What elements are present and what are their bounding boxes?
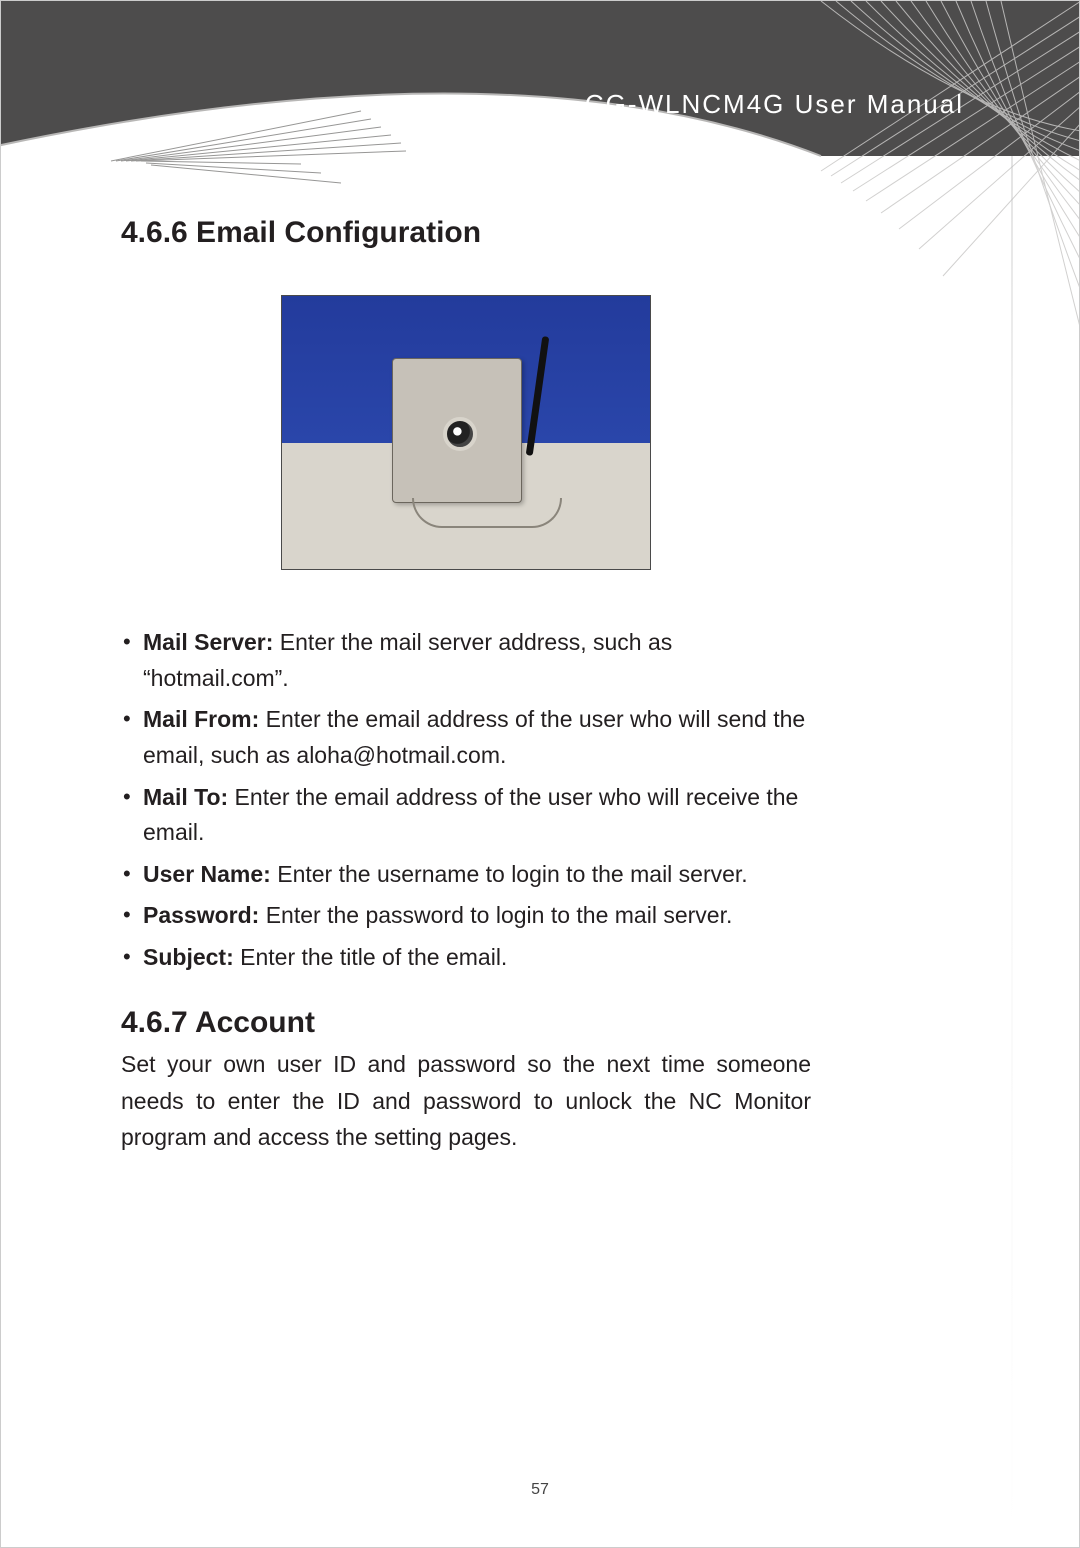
- email-config-list: Mail Server: Enter the mail server addre…: [121, 625, 811, 976]
- header-band: [1, 1, 1079, 156]
- field-label: Password:: [143, 902, 259, 928]
- page-number: 57: [1, 1481, 1079, 1499]
- field-description: Enter the username to login to the mail …: [271, 861, 748, 887]
- product-photo: [281, 295, 651, 570]
- section-heading-email: 4.6.6 Email Configuration: [121, 216, 811, 250]
- field-label: User Name:: [143, 861, 271, 887]
- doc-title: CG-WLNCM4G User Manual: [585, 89, 964, 120]
- list-item: Mail Server: Enter the mail server addre…: [121, 625, 811, 696]
- list-item: User Name: Enter the username to login t…: [121, 857, 811, 893]
- section-heading-account: 4.6.7 Account: [121, 1006, 811, 1040]
- field-label: Mail From:: [143, 706, 259, 732]
- page-edge: [1011, 156, 1013, 1547]
- list-item: Subject: Enter the title of the email.: [121, 940, 811, 976]
- field-label: Subject:: [143, 944, 234, 970]
- field-description: Enter the email address of the user who …: [143, 784, 798, 846]
- field-label: Mail Server:: [143, 629, 273, 655]
- account-body: Set your own user ID and password so the…: [121, 1046, 811, 1156]
- list-item: Mail To: Enter the email address of the …: [121, 780, 811, 851]
- field-label: Mail To:: [143, 784, 228, 810]
- manual-page: { "header": { "title": "CG-WLNCM4G User …: [0, 0, 1080, 1548]
- page-content: 4.6.6 Email Configuration Mail Server: E…: [121, 216, 811, 1156]
- field-description: Enter the title of the email.: [234, 944, 508, 970]
- list-item: Mail From: Enter the email address of th…: [121, 702, 811, 773]
- field-description: Enter the password to login to the mail …: [259, 902, 732, 928]
- list-item: Password: Enter the password to login to…: [121, 898, 811, 934]
